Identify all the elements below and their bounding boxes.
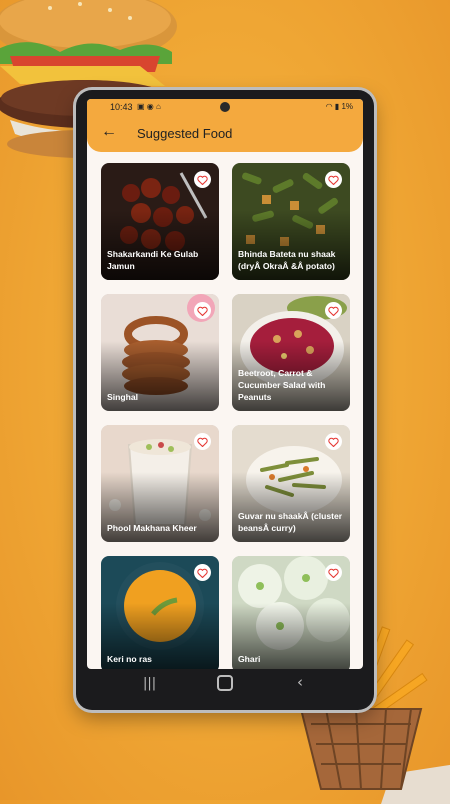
home-icon[interactable]: [217, 675, 233, 691]
app-screen: 10:43 ▣ ◉ ⌂ ◠ ▮ 1% ← Suggested Food Shak…: [87, 99, 363, 669]
food-name: Bhinda Bateta nu shaak (dryÂ OkraÂ &Â po…: [238, 249, 336, 271]
favorite-button[interactable]: [325, 433, 342, 450]
food-card[interactable]: Ghari: [232, 556, 350, 669]
food-grid: Shakarkandi Ke Gulab Jamun Bhinda Bateta…: [87, 99, 363, 669]
food-name: Shakarkandi Ke Gulab Jamun: [107, 249, 199, 271]
heart-icon: [328, 306, 339, 316]
food-name: Beetroot, Carrot & Cucumber Salad with P…: [238, 368, 326, 402]
food-card[interactable]: Shakarkandi Ke Gulab Jamun: [101, 163, 219, 280]
food-card[interactable]: Keri no ras: [101, 556, 219, 669]
system-nav-bar: ||| ‹: [87, 669, 363, 701]
food-card[interactable]: Singhal: [101, 294, 219, 411]
back-nav-icon[interactable]: ‹: [297, 673, 303, 691]
food-name: Phool Makhana Kheer: [107, 523, 197, 533]
food-name: Keri no ras: [107, 654, 152, 664]
heart-icon: [328, 175, 339, 185]
food-name: Guvar nu shaakÂ (cluster beansÂ curry): [238, 511, 343, 533]
food-name: Singhal: [107, 392, 139, 402]
favorite-button[interactable]: [325, 171, 342, 188]
favorite-button[interactable]: [325, 302, 342, 319]
heart-icon: [197, 437, 208, 447]
heart-icon: [197, 568, 208, 578]
favorite-button[interactable]: [194, 433, 211, 450]
favorite-button[interactable]: [194, 171, 211, 188]
heart-icon: [328, 437, 339, 447]
food-card[interactable]: Guvar nu shaakÂ (cluster beansÂ curry): [232, 425, 350, 542]
heart-icon: [197, 306, 208, 316]
favorite-button[interactable]: [325, 564, 342, 581]
favorite-button[interactable]: [194, 564, 211, 581]
favorite-button[interactable]: [194, 302, 211, 319]
food-card[interactable]: Phool Makhana Kheer: [101, 425, 219, 542]
food-card[interactable]: Bhinda Bateta nu shaak (dryÂ OkraÂ &Â po…: [232, 163, 350, 280]
heart-icon: [197, 175, 208, 185]
recents-icon[interactable]: |||: [143, 676, 156, 691]
heart-icon: [328, 568, 339, 578]
food-name: Ghari: [238, 654, 261, 664]
food-card[interactable]: Beetroot, Carrot & Cucumber Salad with P…: [232, 294, 350, 411]
